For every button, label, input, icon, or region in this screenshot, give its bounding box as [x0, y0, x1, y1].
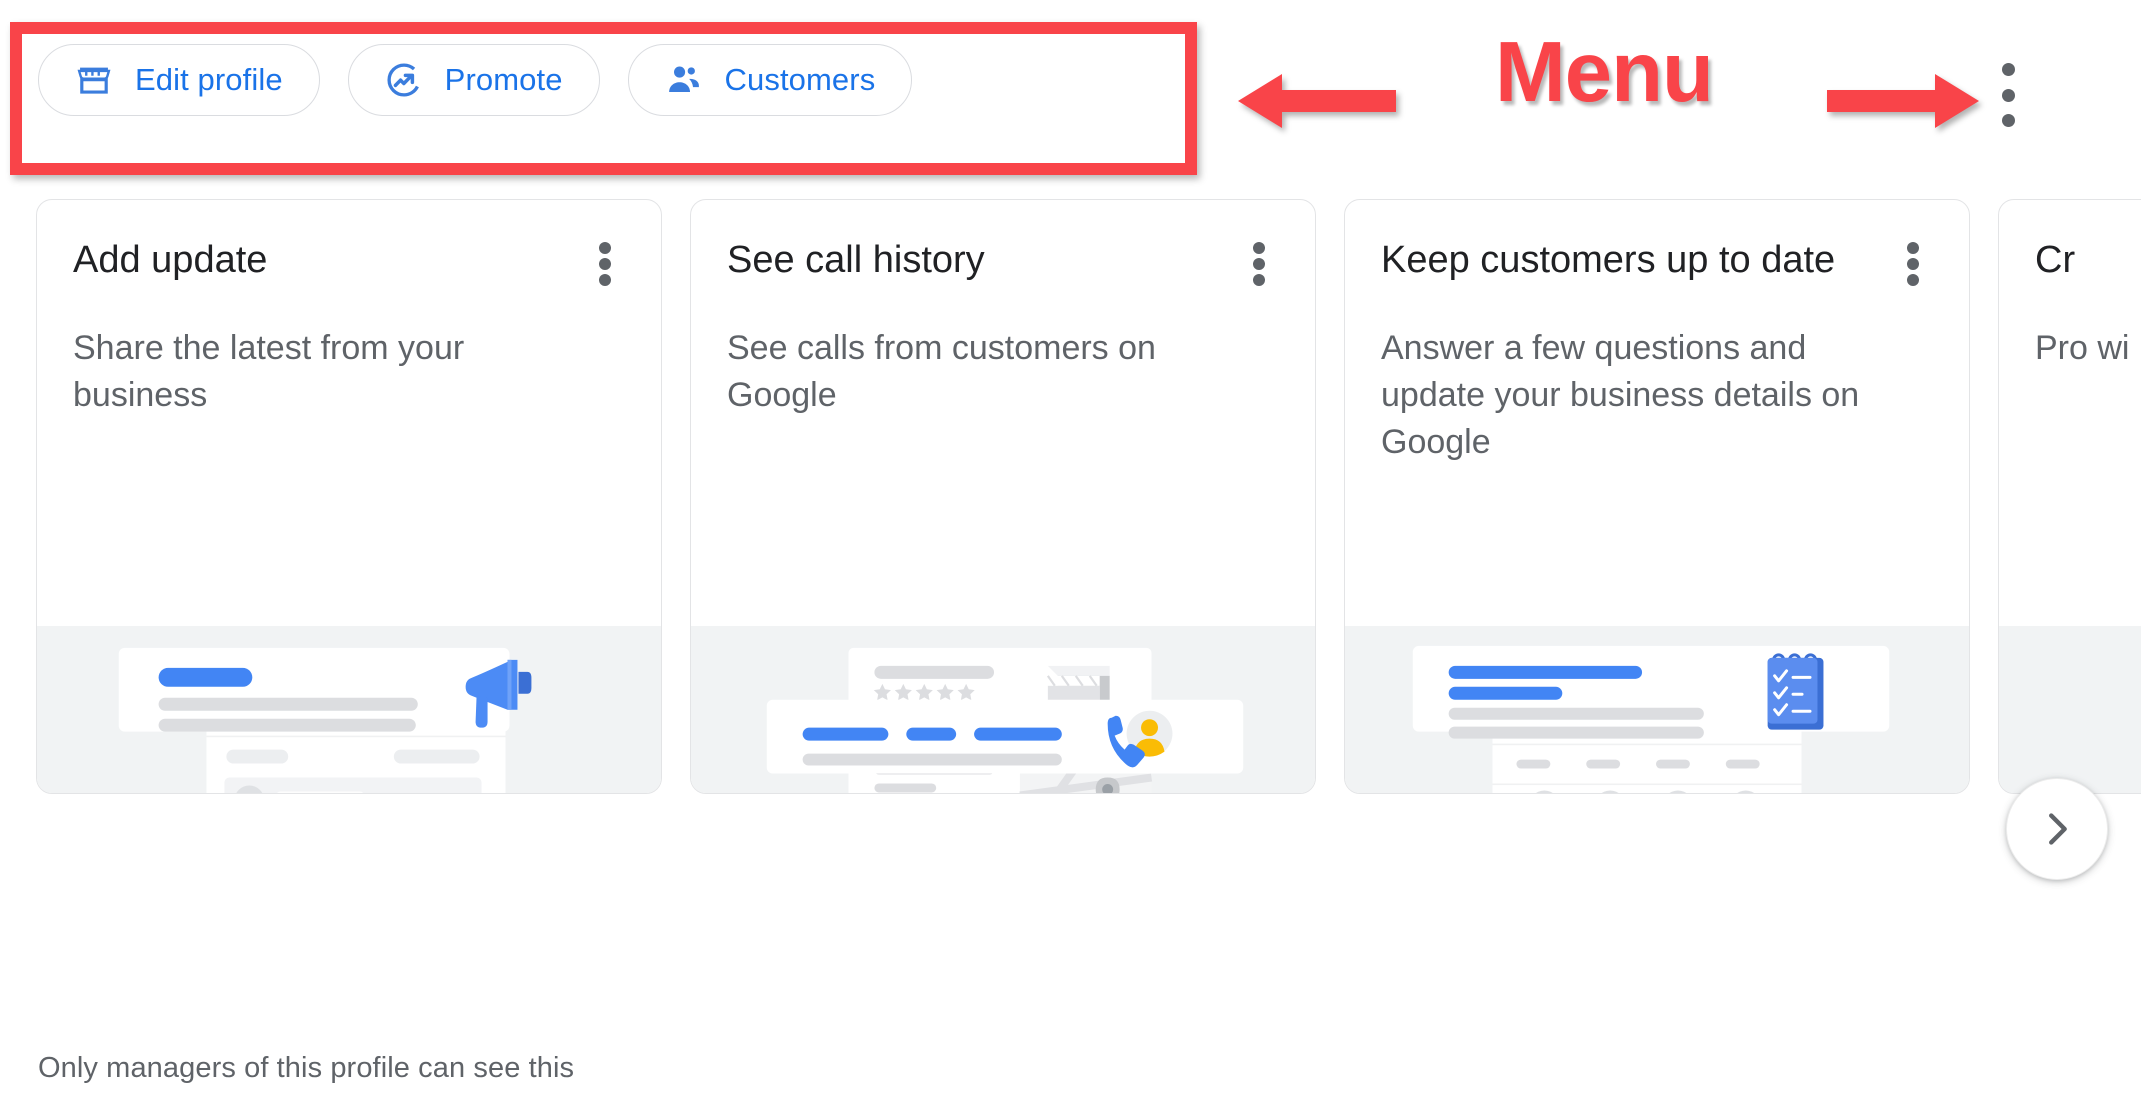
menu-annotation-label: Menu [1495, 25, 1714, 120]
business-info-checklist-illustration [1345, 626, 1969, 793]
card-title: Keep customers up to date [1381, 239, 1836, 281]
edit-profile-button[interactable]: Edit profile [38, 44, 320, 116]
edit-profile-label: Edit profile [135, 62, 283, 97]
storefront-icon [75, 61, 113, 99]
promote-button[interactable]: Promote [347, 44, 600, 116]
customers-button[interactable]: Customers [627, 44, 913, 116]
promote-label: Promote [444, 62, 563, 97]
card-text-area: Cr Pro wi [1999, 200, 2141, 626]
post-update-megaphone-illustration [37, 626, 661, 793]
card-text-area: Keep customers up to date Answer a few q… [1345, 200, 1969, 626]
kebab-dot [599, 242, 611, 254]
card-add-update[interactable]: Add update Share the latest from your bu… [36, 199, 662, 794]
card-overflow-menu-icon[interactable] [1239, 234, 1279, 286]
card-description: Pro wi [2035, 329, 2130, 368]
kebab-dot [2001, 63, 2015, 76]
chevron-right-icon[interactable] [2006, 778, 2108, 880]
kebab-dot [2001, 114, 2015, 127]
card-header-row: Cr [2035, 234, 2141, 287]
call-history-phone-illustration [691, 626, 1315, 793]
card-header-row: See call history [727, 234, 1279, 287]
card-title: See call history [727, 239, 985, 281]
card-title: Cr [2035, 239, 2076, 281]
card-header-row: Keep customers up to date [1381, 234, 1933, 287]
card-title: Add update [73, 239, 268, 281]
right-arrow-annotation-icon [1827, 72, 1979, 135]
card-see-call-history[interactable]: See call history See calls from customer… [690, 199, 1316, 794]
managers-only-note: Only managers of this profile can see th… [38, 1052, 575, 1084]
card-overflow-menu-icon[interactable] [585, 234, 625, 286]
kebab-dot [1253, 258, 1265, 270]
card-text-area: Add update Share the latest from your bu… [37, 200, 661, 626]
task-card-carousel: Add update Share the latest from your bu… [36, 199, 2141, 999]
kebab-dot [1253, 242, 1265, 254]
left-arrow-annotation-icon [1238, 70, 1398, 137]
kebab-dot [1253, 274, 1265, 286]
kebab-dot [599, 258, 611, 270]
partial-card-illustration [1999, 626, 2141, 793]
kebab-dot [2001, 88, 2015, 102]
card-description: Share the latest from your business [73, 329, 465, 415]
card-description: See calls from customers on Google [727, 329, 1156, 415]
kebab-dot [1907, 274, 1919, 286]
people-icon [665, 61, 703, 99]
card-partial-next[interactable]: Cr Pro wi [1998, 199, 2141, 794]
card-description: Answer a few questions and update your b… [1381, 329, 1860, 461]
more-vert-icon[interactable] [1986, 63, 2030, 127]
customers-label: Customers [724, 62, 876, 97]
trending-up-circle-icon [385, 61, 423, 99]
kebab-dot [1907, 242, 1919, 254]
card-text-area: See call history See calls from customer… [691, 200, 1315, 626]
kebab-dot [1907, 258, 1919, 270]
kebab-dot [599, 274, 611, 286]
card-keep-customers-up-to-date[interactable]: Keep customers up to date Answer a few q… [1344, 199, 1970, 794]
card-overflow-menu-icon[interactable] [1893, 234, 1933, 286]
card-header-row: Add update [73, 234, 625, 287]
quick-actions-row: Edit profile Promote Customers [38, 44, 913, 116]
